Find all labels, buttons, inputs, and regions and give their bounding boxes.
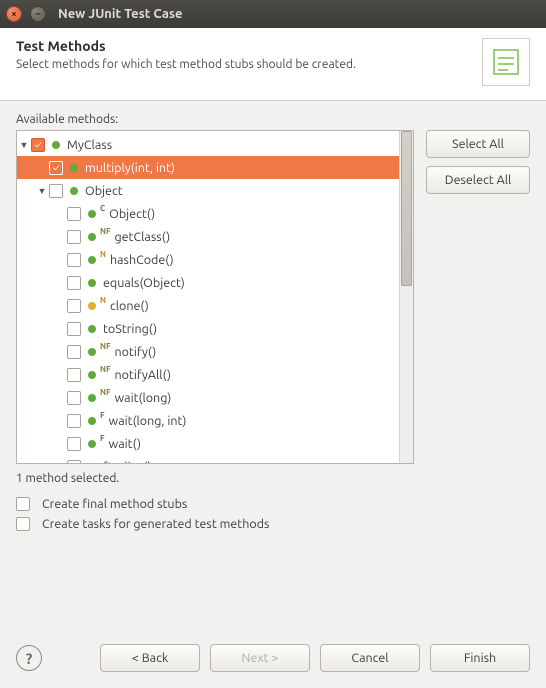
method-label: notify() <box>114 345 156 359</box>
method-label: hashCode() <box>110 253 174 267</box>
method-label: Object() <box>109 207 155 221</box>
tree-row-notifyall[interactable]: NF notifyAll() <box>17 363 413 386</box>
method-label: wait() <box>109 437 142 451</box>
tree-row-object[interactable]: ▼ Object <box>17 179 413 202</box>
tree-row-object-ctor[interactable]: C Object() <box>17 202 413 225</box>
method-label: notifyAll() <box>114 368 171 382</box>
wizard-footer: ? < Back Next > Cancel Finish <box>0 634 546 688</box>
expand-arrow[interactable]: ▼ <box>35 186 49 196</box>
modifier-badge: NF <box>100 388 110 397</box>
tree-row-clone[interactable]: Nclone() <box>17 294 413 317</box>
create-tasks-label: Create tasks for generated test methods <box>42 517 269 531</box>
selection-status: 1 method selected. <box>16 472 530 485</box>
public-method-icon <box>49 138 63 152</box>
public-method-icon <box>85 345 99 359</box>
tree-row-hashcode[interactable]: NhashCode() <box>17 248 413 271</box>
deselect-all-button[interactable]: Deselect All <box>426 166 530 194</box>
finish-button[interactable]: Finish <box>430 644 530 672</box>
modifier-badge: NF <box>100 227 110 236</box>
method-checkbox[interactable] <box>67 345 81 359</box>
method-checkbox[interactable] <box>67 414 81 428</box>
tree-row-equals[interactable]: equals(Object) <box>17 271 413 294</box>
modifier-badge: F <box>100 411 105 420</box>
public-method-icon <box>85 253 99 267</box>
method-checkbox[interactable] <box>67 437 81 451</box>
titlebar: × – New JUnit Test Case <box>0 0 546 28</box>
modifier-badge: C <box>100 204 105 213</box>
modifier-badge: NF <box>100 365 110 374</box>
tree-row-wait-long[interactable]: NF wait(long) <box>17 386 413 409</box>
scrollbar-thumb[interactable] <box>401 131 412 286</box>
final-stubs-checkbox[interactable] <box>16 497 30 511</box>
public-method-icon <box>85 391 99 405</box>
method-label: finalize() <box>103 460 152 465</box>
method-label: getClass() <box>114 230 170 244</box>
tree-row-myclass[interactable]: ▼✓ MyClass <box>17 133 413 156</box>
page-title: Test Methods <box>16 38 356 54</box>
wizard-header: Test Methods Select methods for which te… <box>0 28 546 101</box>
method-label: wait(long) <box>114 391 171 405</box>
select-all-button[interactable]: Select All <box>426 130 530 158</box>
next-button: Next > <box>210 644 310 672</box>
public-method-icon <box>67 184 81 198</box>
protected-method-icon <box>85 460 99 465</box>
public-method-icon <box>85 230 99 244</box>
help-button[interactable]: ? <box>16 645 42 671</box>
page-subtitle: Select methods for which test method stu… <box>16 58 356 71</box>
cancel-button[interactable]: Cancel <box>320 644 420 672</box>
public-method-icon <box>85 276 99 290</box>
method-checkbox[interactable]: ✓ <box>49 161 63 175</box>
window-minimize-button[interactable]: – <box>30 6 46 22</box>
method-checkbox[interactable] <box>67 253 81 267</box>
public-method-icon <box>85 207 99 221</box>
tree-scrollbar[interactable] <box>399 131 413 463</box>
method-label: Object <box>85 184 123 198</box>
methods-tree[interactable]: ▼✓MyClass✓multiply(int, int)▼ObjectCObje… <box>16 130 414 464</box>
method-checkbox[interactable] <box>67 391 81 405</box>
back-button[interactable]: < Back <box>100 644 200 672</box>
method-checkbox[interactable] <box>67 230 81 244</box>
tree-row-multiply[interactable]: ✓ multiply(int, int) <box>17 156 413 179</box>
method-checkbox[interactable] <box>67 276 81 290</box>
public-method-icon <box>85 368 99 382</box>
create-tasks-option[interactable]: Create tasks for generated test methods <box>16 517 530 531</box>
public-method-icon <box>85 414 99 428</box>
create-tasks-checkbox[interactable] <box>16 517 30 531</box>
method-label: MyClass <box>67 138 112 152</box>
tree-row-wait-long-int[interactable]: Fwait(long, int) <box>17 409 413 432</box>
method-checkbox[interactable] <box>67 322 81 336</box>
modifier-badge: N <box>100 296 106 305</box>
window-title: New JUnit Test Case <box>58 7 183 21</box>
modifier-badge: N <box>100 250 106 259</box>
tree-row-finalize[interactable]: finalize() <box>17 455 413 464</box>
method-label: clone() <box>110 299 149 313</box>
tree-row-tostring[interactable]: toString() <box>17 317 413 340</box>
window-close-button[interactable]: × <box>6 6 22 22</box>
public-method-icon <box>85 322 99 336</box>
available-methods-label: Available methods: <box>16 113 530 126</box>
method-label: wait(long, int) <box>109 414 187 428</box>
protected-method-icon <box>85 299 99 313</box>
tree-row-wait[interactable]: Fwait() <box>17 432 413 455</box>
modifier-badge: F <box>100 434 105 443</box>
final-stubs-label: Create final method stubs <box>42 497 187 511</box>
public-method-icon <box>85 437 99 451</box>
wizard-icon <box>482 38 530 86</box>
method-label: toString() <box>103 322 157 336</box>
method-checkbox[interactable] <box>67 460 81 465</box>
method-checkbox[interactable] <box>67 207 81 221</box>
method-checkbox[interactable] <box>67 299 81 313</box>
method-checkbox[interactable]: ✓ <box>31 138 45 152</box>
modifier-badge: NF <box>100 342 110 351</box>
final-stubs-option[interactable]: Create final method stubs <box>16 497 530 511</box>
tree-row-notify[interactable]: NF notify() <box>17 340 413 363</box>
method-checkbox[interactable] <box>49 184 63 198</box>
public-method-icon <box>67 161 81 175</box>
method-checkbox[interactable] <box>67 368 81 382</box>
method-label: equals(Object) <box>103 276 185 290</box>
method-label: multiply(int, int) <box>85 161 175 175</box>
expand-arrow[interactable]: ▼ <box>17 140 31 150</box>
tree-row-getclass[interactable]: NF getClass() <box>17 225 413 248</box>
